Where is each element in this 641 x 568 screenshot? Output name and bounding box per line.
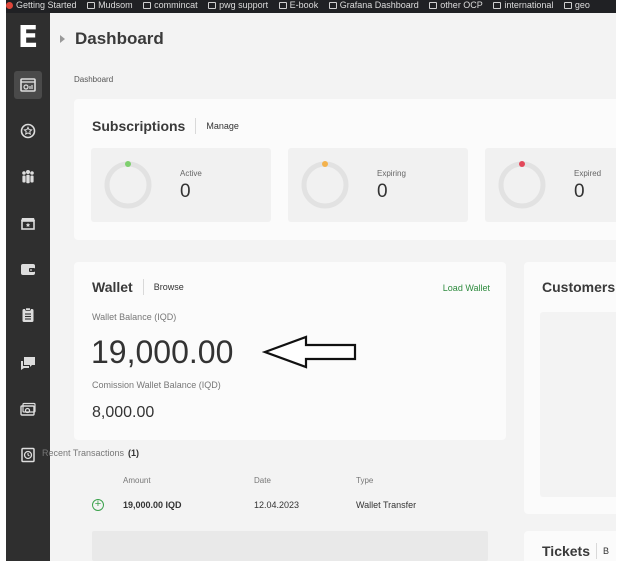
active-subscriptions-box: Active 0 (91, 148, 271, 222)
wallet-balance-label: Wallet Balance (IQD) (92, 312, 177, 322)
transaction-amount: 19,000.00 IQD (123, 500, 182, 510)
sidebar: E (6, 13, 50, 561)
sidebar-item-billing[interactable] (14, 395, 42, 423)
transaction-date: 12.04.2023 (254, 500, 300, 510)
manage-link[interactable]: Manage (206, 121, 239, 131)
annotation-arrow (262, 335, 357, 369)
expiring-ring (301, 161, 349, 209)
active-label: Active (180, 169, 202, 178)
page-edge (616, 13, 641, 568)
commission-balance-label: Comission Wallet Balance (IQD) (92, 380, 221, 390)
page-edge (0, 561, 641, 568)
folder-icon (429, 2, 438, 9)
wallet-title: Wallet (92, 279, 133, 295)
page-header: Dashboard (60, 29, 164, 49)
expiring-label: Expiring (377, 169, 406, 178)
load-wallet-link[interactable]: Load Wallet (443, 283, 490, 293)
money-icon (20, 402, 36, 416)
tickets-card: Tickets B (524, 531, 616, 561)
subscriptions-header: Subscriptions Manage (92, 118, 239, 134)
bookmark-commincat[interactable]: commincat (143, 0, 198, 11)
column-date: Date (254, 476, 271, 485)
expired-subscriptions-box: Expired 0 (485, 148, 616, 222)
sidebar-item-customers[interactable] (14, 163, 42, 191)
bookmark-getting-started[interactable]: Getting Started (6, 0, 77, 11)
chat-icon (21, 357, 35, 370)
folder-icon (87, 2, 96, 9)
sidebar-item-store[interactable] (14, 209, 42, 237)
bookmark-other-ocp[interactable]: other OCP (429, 0, 483, 11)
folder-icon (143, 2, 152, 9)
wallet-header: Wallet Browse (92, 279, 184, 295)
bookmark-geo[interactable]: geo (563, 0, 590, 11)
expiring-value: 0 (377, 181, 388, 202)
folder-icon (563, 2, 572, 9)
customers-chart-area (540, 312, 616, 497)
history-icon (21, 447, 35, 463)
customers-title: Customers (542, 279, 616, 295)
tickets-header: Tickets B (542, 543, 609, 559)
sidebar-item-reports[interactable] (14, 301, 42, 329)
transactions-count: (1) (128, 448, 140, 458)
column-type: Type (356, 476, 374, 485)
customers-card: Customers (524, 262, 616, 514)
sidebar-item-wallet[interactable] (14, 255, 42, 283)
expired-label: Expired (574, 169, 602, 178)
page-title: Dashboard (75, 29, 164, 48)
people-icon (22, 170, 34, 184)
bookmark-e-book[interactable]: E-book (278, 0, 318, 11)
bookmark-pwg-support[interactable]: pwg support (208, 0, 268, 11)
folder-icon (328, 2, 337, 9)
bookmark-grafana[interactable]: Grafana Dashboard (328, 0, 419, 11)
recent-transactions-title: Recent Transactions (1) (42, 448, 140, 458)
transaction-type: Wallet Transfer (356, 500, 417, 510)
breadcrumb[interactable]: Dashboard (74, 75, 113, 84)
folder-icon (208, 2, 217, 9)
browse-link[interactable]: Browse (154, 282, 184, 292)
bookmarks-bar: Getting Started Mudsom commincat pwg sup… (6, 0, 616, 13)
app-logo[interactable]: E (12, 23, 44, 53)
active-value: 0 (180, 181, 191, 202)
wallet-balance-value: 19,000.00 (91, 334, 234, 370)
expired-value: 0 (574, 181, 585, 202)
commission-balance-value: 8,000.00 (92, 404, 155, 421)
tickets-title: Tickets (542, 543, 590, 559)
sidebar-item-history[interactable] (14, 441, 42, 469)
header-divider (142, 279, 144, 295)
sidebar-item-tickets[interactable] (14, 349, 42, 377)
column-amount: Amount (123, 476, 151, 485)
clipboard-icon (22, 307, 34, 322)
store-icon (21, 218, 35, 230)
tickets-link[interactable]: B (603, 546, 609, 556)
bookmark-mudsom[interactable]: Mudsom (87, 0, 133, 11)
active-ring (104, 161, 152, 209)
expired-ring (498, 161, 546, 209)
dashboard-icon (20, 78, 36, 92)
transactions-footer (92, 531, 488, 561)
header-divider (596, 543, 597, 559)
header-divider (195, 118, 197, 134)
expiring-subscriptions-box: Expiring 0 (288, 148, 468, 222)
collapse-caret-icon[interactable] (60, 35, 65, 43)
bookmark-international[interactable]: international (493, 0, 553, 11)
folder-icon (278, 2, 287, 9)
star-badge-icon (20, 123, 36, 139)
folder-icon (493, 2, 502, 9)
sidebar-item-dashboard[interactable] (14, 71, 42, 99)
subscriptions-title: Subscriptions (92, 118, 186, 134)
subscriptions-card: Subscriptions Manage Active 0 Expiring 0… (74, 99, 616, 240)
red-dot-icon (6, 2, 13, 9)
sidebar-item-subscriptions[interactable] (14, 117, 42, 145)
incoming-plus-icon: + (92, 499, 104, 511)
wallet-icon (21, 264, 35, 275)
